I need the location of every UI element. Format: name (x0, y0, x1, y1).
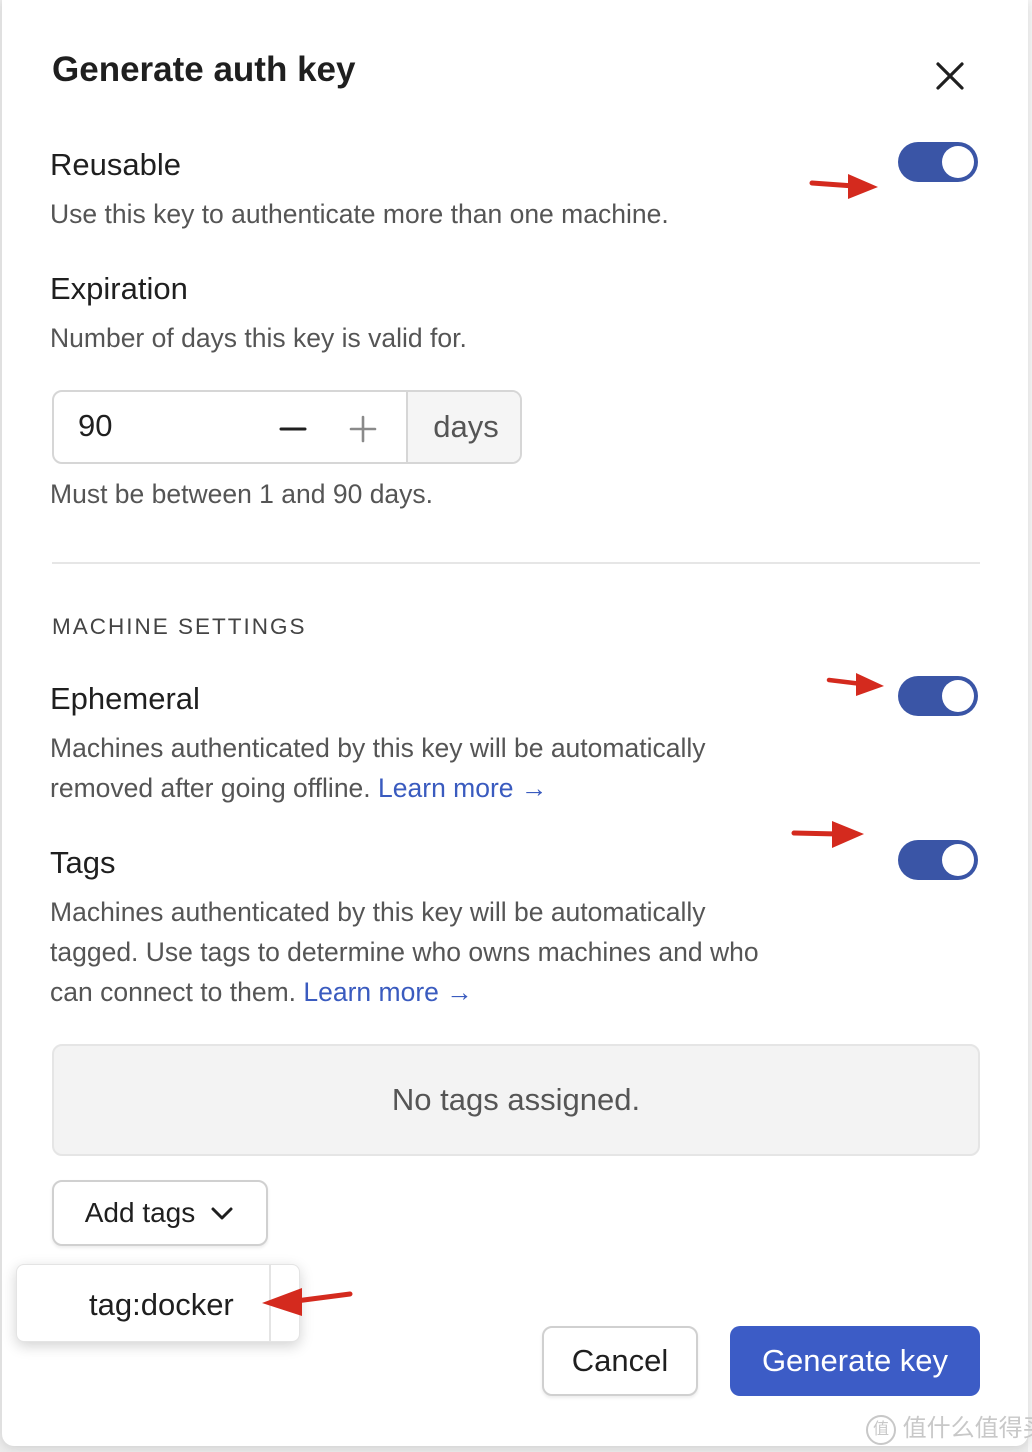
generate-auth-key-dialog: Generate auth key Reusable Use this key … (2, 0, 1028, 1446)
decrement-button[interactable] (258, 392, 328, 462)
tags-description-text: can connect to them. (50, 977, 297, 1007)
reusable-description: Use this key to authenticate more than o… (50, 199, 669, 229)
close-button[interactable] (926, 52, 974, 100)
ephemeral-learn-more-link[interactable]: Learn more → (378, 773, 547, 803)
watermark-text: 值什么值得买 (902, 1415, 1032, 1442)
dropdown-option-label: tag:docker (89, 1287, 234, 1322)
annotation-arrow-reusable (809, 174, 878, 199)
tags-description-line-2: tagged. Use tags to determine who owns m… (50, 937, 759, 967)
minus-icon (279, 427, 307, 431)
watermark-logo-icon: 值 (866, 1414, 896, 1445)
expiration-label: Expiration (50, 271, 188, 306)
add-tags-button[interactable]: Add tags (52, 1180, 268, 1246)
ephemeral-description: Machines authenticated by this key will … (50, 728, 870, 808)
ephemeral-toggle[interactable] (898, 676, 978, 716)
expiration-description: Number of days this key is valid for. (50, 323, 467, 353)
expiration-hint: Must be between 1 and 90 days. (50, 479, 434, 509)
dropdown-option-tag-docker[interactable]: tag:docker (17, 1265, 271, 1341)
annotation-arrow-tags (791, 821, 864, 848)
reusable-label: Reusable (50, 147, 181, 182)
tags-description-line-3: can connect to them. Learn more → (50, 972, 870, 1012)
add-tags-label: Add tags (84, 1197, 196, 1228)
toggle-knob (942, 680, 974, 712)
watermark: 值 值什么值得买 (866, 1408, 1032, 1445)
tags-learn-more-link[interactable]: Learn more → (303, 977, 472, 1007)
plus-icon (349, 415, 377, 443)
dialog-title: Generate auth key (52, 50, 356, 89)
toggle-knob (942, 146, 974, 178)
expiration-stepper: days (52, 390, 522, 464)
machine-settings-heading: MACHINE SETTINGS (52, 614, 307, 639)
toggle-knob (942, 844, 974, 876)
ephemeral-label: Ephemeral (50, 681, 200, 716)
annotation-arrow-ephemeral (826, 673, 884, 696)
tags-toggle[interactable] (898, 840, 978, 880)
close-icon (936, 62, 964, 90)
ephemeral-description-line-1: Machines authenticated by this key will … (50, 733, 706, 763)
expiration-days-input[interactable] (78, 408, 258, 444)
assigned-tags-empty-state: No tags assigned. (52, 1044, 980, 1156)
background-page-edge (1028, 0, 1032, 1452)
reusable-toggle[interactable] (898, 142, 978, 182)
chevron-down-icon (211, 1207, 233, 1220)
tags-label: Tags (50, 845, 116, 880)
annotation-arrow-tag-docker (262, 1288, 353, 1316)
tags-description-line-1: Machines authenticated by this key will … (50, 897, 706, 927)
generate-key-button[interactable]: Generate key (730, 1326, 980, 1396)
cancel-button[interactable]: Cancel (542, 1326, 698, 1396)
ephemeral-description-text: removed after going offline. (50, 773, 371, 803)
tags-description: Machines authenticated by this key will … (50, 892, 870, 1012)
increment-button[interactable] (328, 392, 398, 462)
days-unit-label: days (406, 392, 520, 462)
section-divider (52, 562, 980, 564)
tags-dropdown-menu: tag:docker (16, 1264, 300, 1342)
ephemeral-description-line-2: removed after going offline. Learn more … (50, 768, 870, 808)
